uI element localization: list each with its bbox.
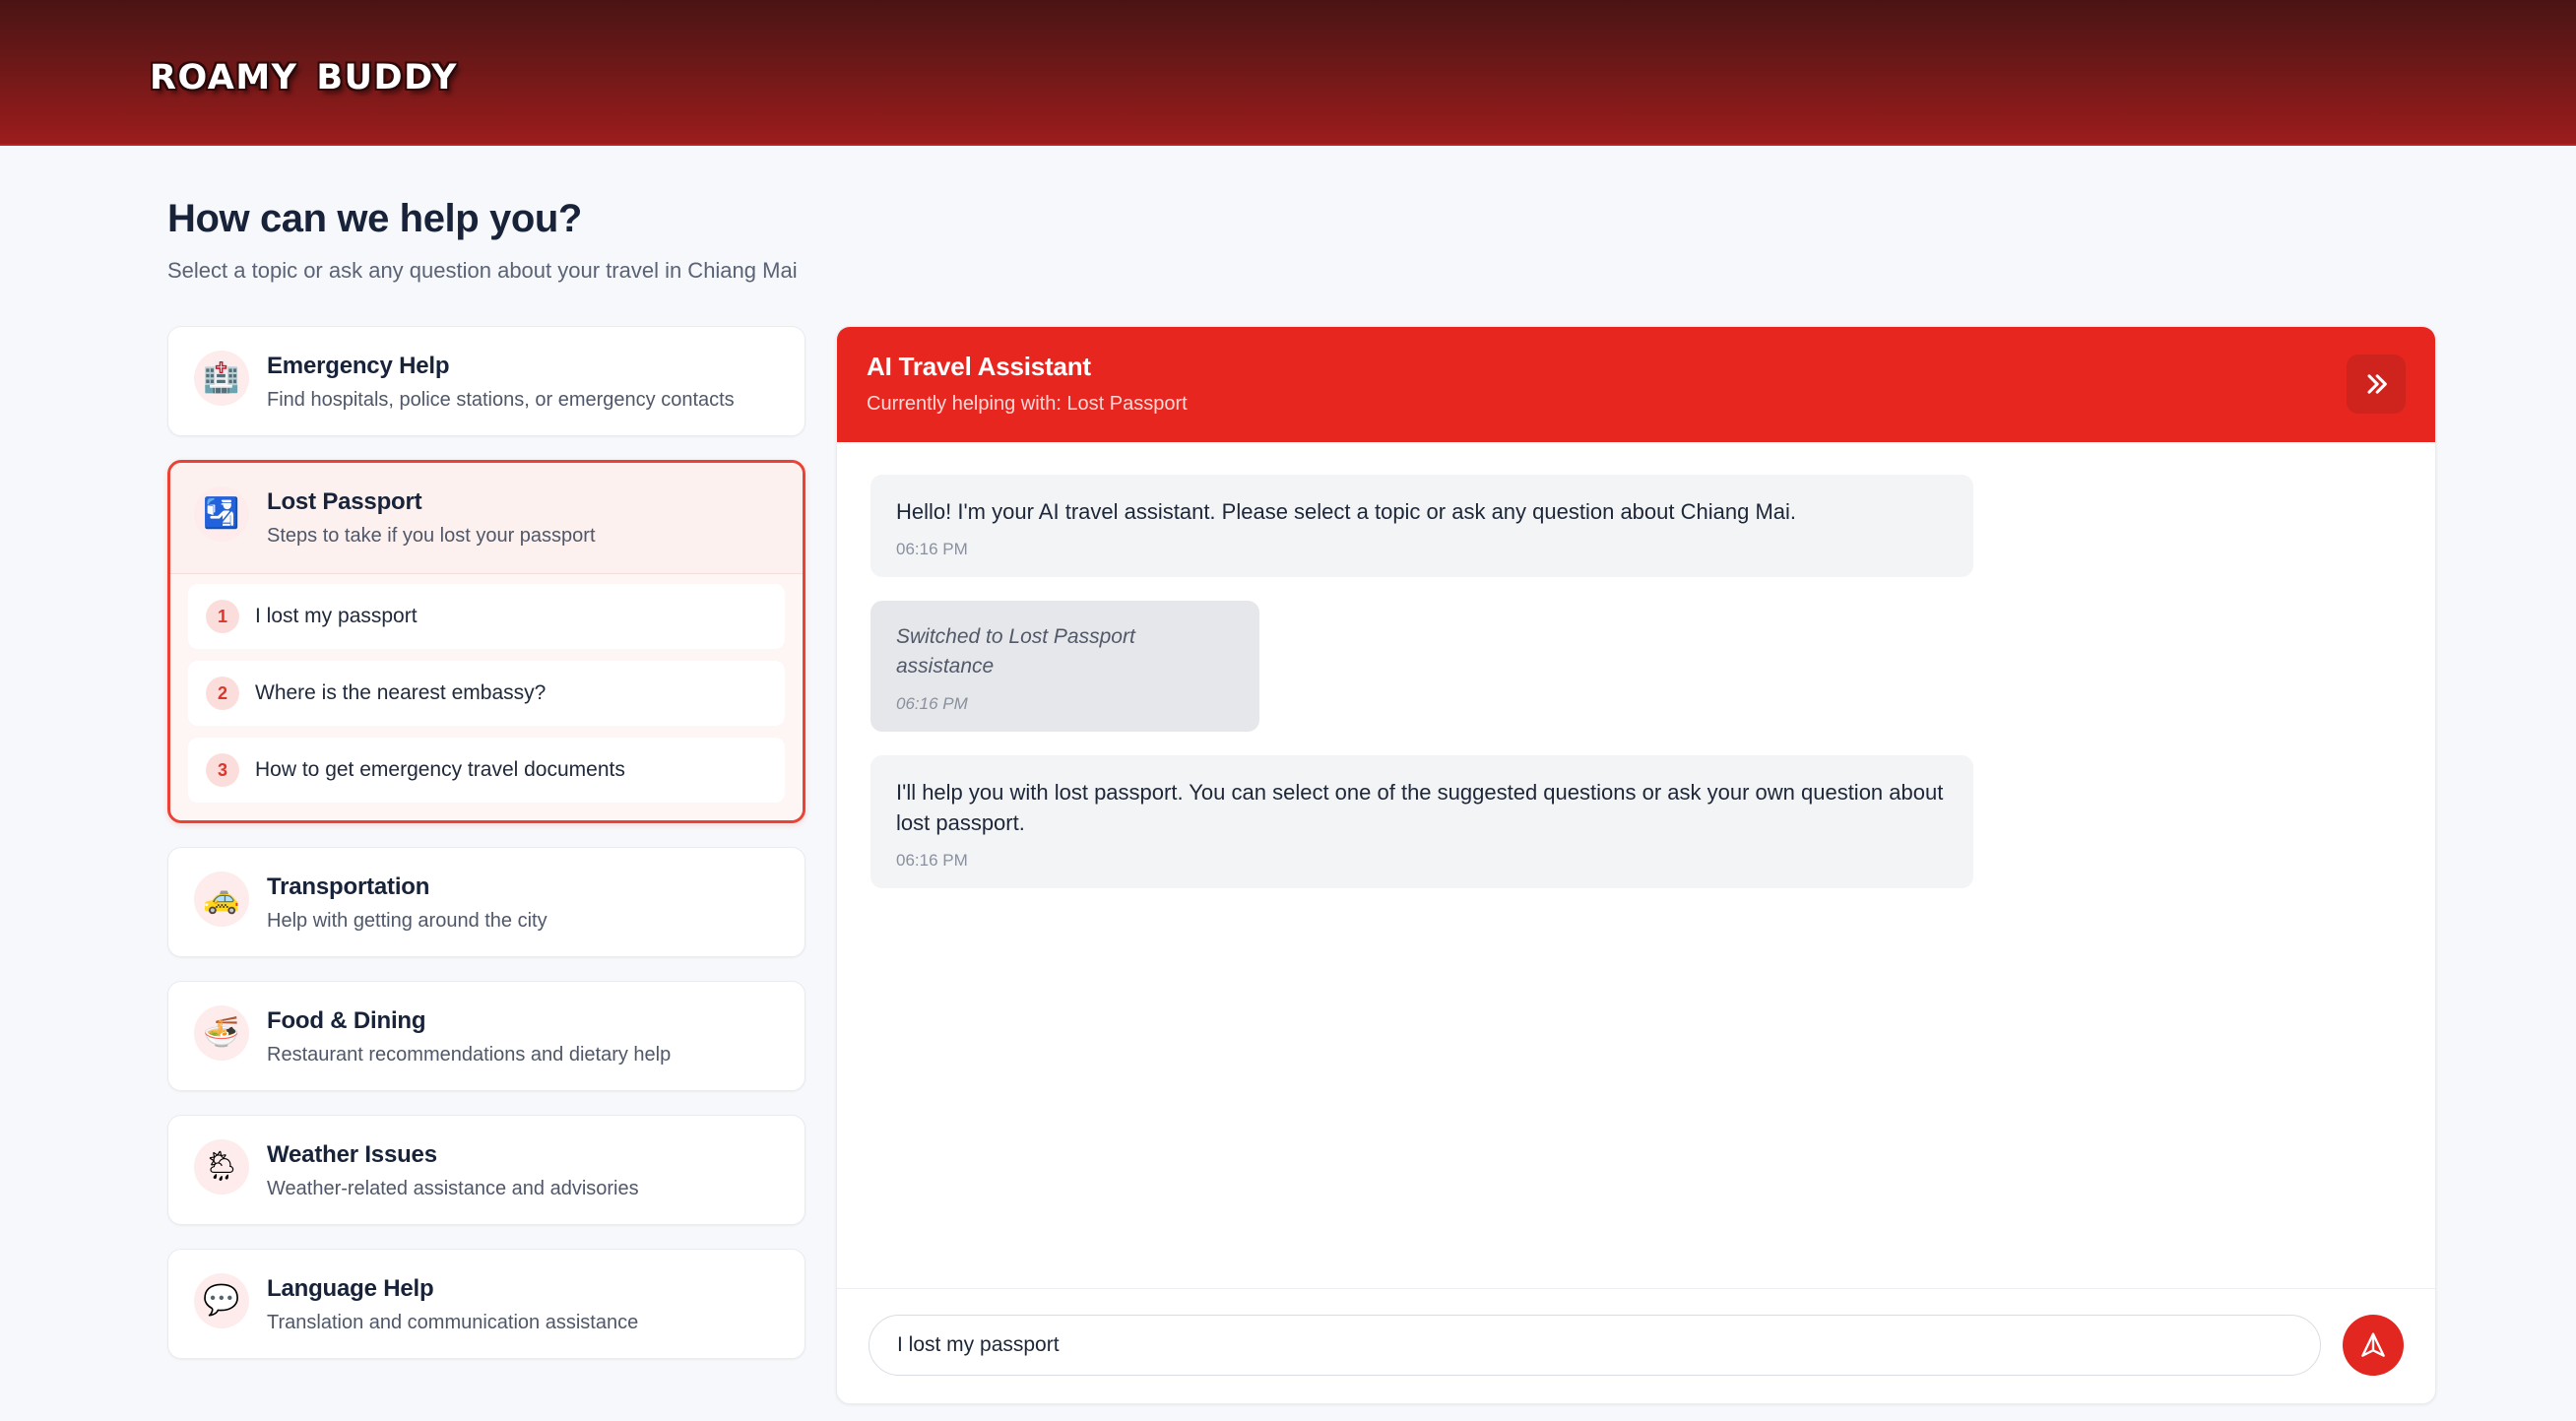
page-content: How can we help you? Select a topic or a… bbox=[0, 146, 2576, 1404]
topic-card-weather-issues[interactable]: 🌦 Weather Issues Weather-related assista… bbox=[167, 1115, 805, 1225]
main-layout: 🏥 Emergency Help Find hospitals, police … bbox=[0, 284, 2576, 1404]
question-number-badge: 1 bbox=[206, 600, 239, 633]
suggested-question-3[interactable]: 3 How to get emergency travel documents bbox=[188, 738, 785, 803]
topic-title: Food & Dining bbox=[267, 1007, 426, 1034]
question-label: I lost my passport bbox=[255, 605, 418, 627]
suggested-question-1[interactable]: 1 I lost my passport bbox=[188, 584, 785, 649]
app-header: Roamy Buddy bbox=[0, 0, 2576, 146]
double-chevron-right-icon bbox=[2367, 373, 2387, 394]
passport-control-icon: 🛂 bbox=[194, 486, 249, 542]
taxi-icon: 🚕 bbox=[194, 872, 249, 927]
question-label: Where is the nearest embassy? bbox=[255, 681, 547, 704]
weather-cloud-rain-icon: 🌦 bbox=[194, 1139, 249, 1195]
page-intro: How can we help you? Select a topic or a… bbox=[0, 146, 2576, 284]
message-text: I'll help you with lost passport. You ca… bbox=[896, 779, 1944, 836]
question-label: How to get emergency travel documents bbox=[255, 758, 625, 781]
topic-desc: Translation and communication assistance bbox=[267, 1312, 639, 1333]
topic-card-emergency-help[interactable]: 🏥 Emergency Help Find hospitals, police … bbox=[167, 326, 805, 436]
topic-card-food-dining[interactable]: 🍜 Food & Dining Restaurant recommendatio… bbox=[167, 981, 805, 1091]
brand-logo: Roamy Buddy bbox=[150, 43, 458, 100]
chat-message-assistant: I'll help you with lost passport. You ca… bbox=[870, 754, 1973, 889]
chat-title: AI Travel Assistant bbox=[867, 352, 1091, 381]
topic-text: Weather Issues Weather-related assistanc… bbox=[267, 1139, 639, 1200]
topic-sidebar: 🏥 Emergency Help Find hospitals, police … bbox=[167, 326, 805, 1383]
topic-desc: Weather-related assistance and advisorie… bbox=[267, 1178, 639, 1199]
chat-input-bar bbox=[837, 1288, 2435, 1403]
suggested-question-2[interactable]: 2 Where is the nearest embassy? bbox=[188, 661, 785, 726]
message-timestamp: 06:16 PM bbox=[896, 851, 968, 871]
question-number-badge: 3 bbox=[206, 753, 239, 787]
topic-desc: Help with getting around the city bbox=[267, 910, 547, 932]
hospital-icon: 🏥 bbox=[194, 351, 249, 406]
page-title: How can we help you? bbox=[167, 197, 582, 240]
message-text: Switched to Lost Passport assistance bbox=[896, 625, 1135, 678]
topic-card-lost-passport[interactable]: 🛂 Lost Passport Steps to take if you los… bbox=[167, 460, 805, 823]
topic-desc: Restaurant recommendations and dietary h… bbox=[267, 1044, 672, 1066]
topic-title: Language Help bbox=[267, 1275, 434, 1302]
send-message-button[interactable] bbox=[2343, 1315, 2404, 1376]
chat-message-input[interactable] bbox=[869, 1315, 2321, 1376]
chat-subtitle: Currently helping with: Lost Passport bbox=[867, 393, 1188, 415]
topic-title: Weather Issues bbox=[267, 1141, 437, 1168]
suggested-question-list: 1 I lost my passport 2 Where is the near… bbox=[170, 574, 803, 820]
topic-card-transportation[interactable]: 🚕 Transportation Help with getting aroun… bbox=[167, 847, 805, 957]
ai-chat-panel: AI Travel Assistant Currently helping wi… bbox=[836, 326, 2436, 1404]
message-timestamp: 06:16 PM bbox=[896, 693, 968, 713]
topic-text: Emergency Help Find hospitals, police st… bbox=[267, 351, 735, 412]
send-paper-plane-icon bbox=[2361, 1332, 2385, 1357]
topic-text: Transportation Help with getting around … bbox=[267, 872, 547, 933]
chat-message-system: Switched to Lost Passport assistance 06:… bbox=[870, 601, 1259, 732]
chat-message-list[interactable]: Hello! I'm your AI travel assistant. Ple… bbox=[837, 442, 2435, 1288]
message-timestamp: 06:16 PM bbox=[896, 540, 968, 559]
chat-header: AI Travel Assistant Currently helping wi… bbox=[837, 327, 2435, 442]
speech-bubble-icon: 💬 bbox=[194, 1273, 249, 1328]
ramen-icon: 🍜 bbox=[194, 1005, 249, 1061]
topic-card-header[interactable]: 🛂 Lost Passport Steps to take if you los… bbox=[170, 463, 803, 574]
chat-header-text: AI Travel Assistant Currently helping wi… bbox=[867, 352, 1188, 416]
chat-message-assistant: Hello! I'm your AI travel assistant. Ple… bbox=[870, 475, 1973, 578]
topic-text: Food & Dining Restaurant recommendations… bbox=[267, 1005, 671, 1066]
topic-desc: Find hospitals, police stations, or emer… bbox=[267, 389, 735, 411]
topic-title: Emergency Help bbox=[267, 353, 450, 379]
message-text: Hello! I'm your AI travel assistant. Ple… bbox=[896, 499, 1796, 524]
collapse-panel-button[interactable] bbox=[2347, 354, 2406, 414]
topic-title: Lost Passport bbox=[267, 488, 422, 515]
topic-desc: Steps to take if you lost your passport bbox=[267, 525, 596, 547]
topic-text: Lost Passport Steps to take if you lost … bbox=[267, 486, 596, 548]
question-number-badge: 2 bbox=[206, 677, 239, 710]
topic-title: Transportation bbox=[267, 873, 430, 900]
topic-text: Language Help Translation and communicat… bbox=[267, 1273, 638, 1334]
topic-card-language-help[interactable]: 💬 Language Help Translation and communic… bbox=[167, 1249, 805, 1359]
page-subtitle: Select a topic or ask any question about… bbox=[167, 258, 798, 283]
